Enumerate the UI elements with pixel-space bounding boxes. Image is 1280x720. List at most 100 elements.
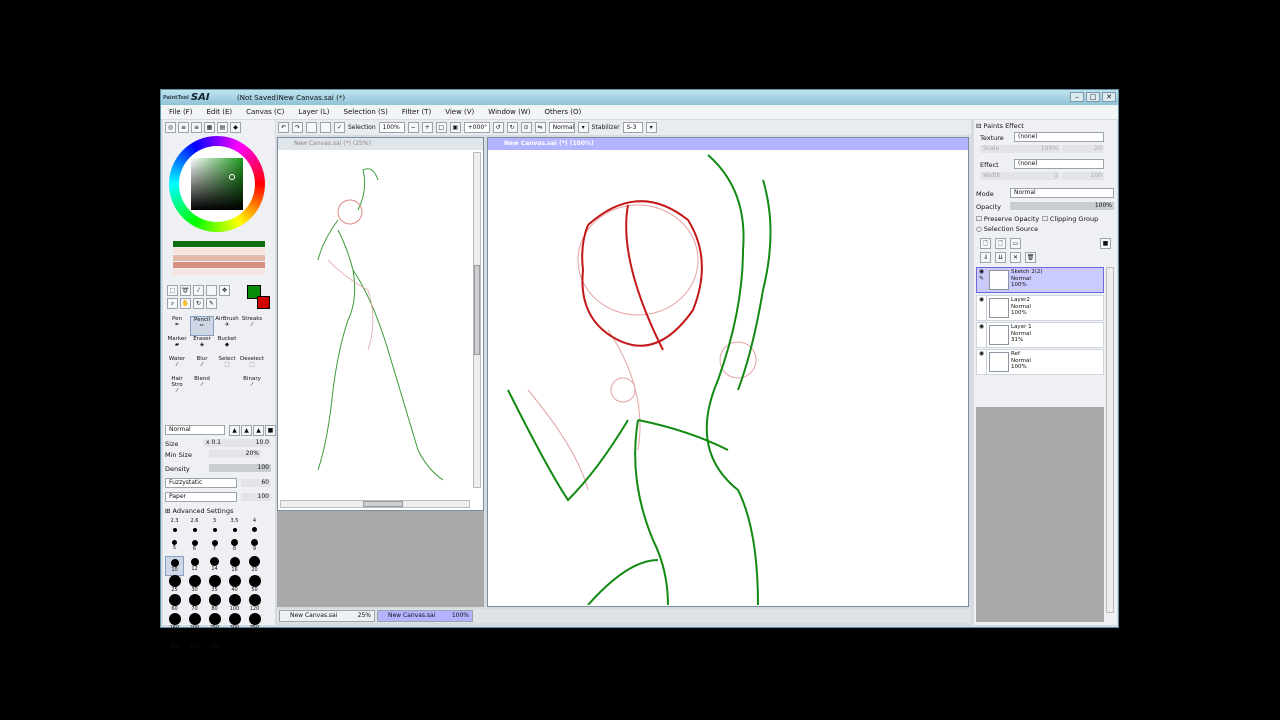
brush-size-preset[interactable]: 3 [205, 518, 224, 538]
selection-source-checkbox[interactable]: ○ Selection Source [976, 225, 1038, 233]
layer-mode-select[interactable]: Normal [1010, 188, 1114, 198]
selection-checkbox[interactable]: ✓ [334, 122, 345, 133]
color-wheel[interactable] [169, 136, 265, 232]
flip-icon[interactable]: ⇋ [534, 122, 546, 133]
texture2-select[interactable]: Paper [165, 492, 237, 502]
brush-size-preset[interactable]: 250 [205, 612, 224, 633]
navigator-hscroll-thumb[interactable] [363, 501, 403, 507]
undo-icon[interactable]: ↶ [278, 122, 289, 133]
rotate-right-icon[interactable]: ↻ [506, 122, 518, 133]
visibility-icon[interactable]: ◉ [977, 296, 987, 320]
tool-streaks[interactable]: Streaks ⁄ [240, 316, 264, 336]
navigator-canvas-window[interactable]: New Canvas.sai (*) (25%) [277, 137, 484, 511]
brush-size-preset[interactable]: 7 [205, 537, 224, 557]
tool-deselect[interactable]: Deselect ⬚ [240, 356, 264, 376]
advanced-settings-toggle[interactable]: ⊞ Advanced Settings [165, 507, 233, 515]
clear-layer-icon[interactable]: ✕ [1010, 252, 1021, 263]
brush-size-preset[interactable]: 50 [245, 574, 264, 595]
maximize-button[interactable]: □ [1086, 92, 1100, 102]
zoom-in-icon[interactable]: + [421, 122, 433, 133]
canvas-tab[interactable]: New Canvas.sai 25% [279, 610, 375, 622]
density-slider[interactable]: 100 [209, 464, 271, 472]
visibility-icon[interactable]: ◉ [977, 323, 987, 347]
lasso-icon[interactable]: ➰ [180, 285, 191, 296]
menu-canvas[interactable]: Canvas (C) [246, 108, 284, 116]
rect-select-icon[interactable]: ⬚ [167, 285, 178, 296]
swatches-tab[interactable]: ▦ [204, 122, 215, 133]
tool-blur[interactable]: Blur ⁄ [190, 356, 214, 376]
tool-pencil[interactable]: Pencil ✏ [190, 316, 214, 336]
menu-window[interactable]: Window (W) [488, 108, 530, 116]
brush-size-preset[interactable]: 80 [205, 593, 224, 614]
menu-layer[interactable]: Layer (L) [298, 108, 329, 116]
scratchpad-tab[interactable]: ▤ [217, 122, 228, 133]
stabilizer-field[interactable]: S-3 [622, 122, 643, 133]
tool-bucket[interactable]: Bucket ◆ [215, 336, 239, 356]
texture-scale-slider[interactable]: Scale 100% [980, 145, 1060, 153]
tool-airbrush[interactable]: AirBrush ✈ [215, 316, 239, 336]
brush-size-preset[interactable]: 14 [205, 556, 224, 576]
brush-size-preset[interactable]: 500 [205, 631, 224, 652]
menu-selection[interactable]: Selection (S) [344, 108, 388, 116]
brush-size-preset[interactable]: 5 [165, 537, 184, 557]
tool-select[interactable]: Select ⬚ [215, 356, 239, 376]
brush-size-preset[interactable]: 40 [225, 574, 244, 595]
brush-size-preset[interactable]: 4 [245, 518, 264, 538]
layer-row[interactable]: ◉ Ref Normal 100% [976, 349, 1104, 375]
navigator-vscroll-thumb[interactable] [474, 265, 480, 355]
visibility-icon[interactable]: ◉ ✎ [977, 268, 987, 292]
eyedropper-icon[interactable]: ✎ [206, 298, 217, 309]
delete-layer-icon[interactable]: 🗑 [1025, 252, 1036, 263]
blend-mode-dropdown-icon[interactable]: ▾ [577, 122, 589, 133]
brush-size-preset[interactable]: 35 [205, 574, 224, 595]
history-swatch[interactable] [173, 241, 265, 247]
navigator-vscroll[interactable] [473, 152, 481, 488]
invert-selection-icon[interactable] [320, 122, 331, 133]
canvas-tab[interactable]: New Canvas.sai 100% [377, 610, 473, 622]
effect-select[interactable]: (none) [1014, 159, 1104, 169]
stabilizer-dropdown-icon[interactable]: ▾ [645, 122, 657, 133]
zoom-icon[interactable]: ⌕ [167, 298, 178, 309]
texture2-slider[interactable]: 100 [241, 493, 271, 501]
visibility-icon[interactable]: ◉ [977, 350, 987, 374]
tool-pen[interactable]: Pen ✒ [165, 316, 189, 336]
hsv-slider-tab[interactable]: ≡ [191, 122, 202, 133]
zoom-fit-icon[interactable]: ▣ [449, 122, 461, 133]
navigator-hscroll[interactable] [280, 500, 470, 508]
texture-strength-slider[interactable]: 20 [1062, 145, 1104, 153]
brush-size-preset[interactable]: 3.5 [225, 518, 244, 538]
brush-shape-icon[interactable]: ▲ [241, 425, 252, 436]
layer-panel-menu-icon[interactable]: ■ [1100, 238, 1111, 249]
paints-effect-header[interactable]: ⊟ Paints Effect [976, 122, 1024, 130]
layer-row[interactable]: ◉ Layer2 Normal 100% [976, 295, 1104, 321]
new-folder-icon[interactable]: ▭ [1010, 238, 1021, 249]
brush-mode-select[interactable]: Normal [165, 425, 225, 435]
brush-size-preset[interactable]: 6 [185, 537, 204, 557]
min-size-slider[interactable]: 20% [209, 450, 261, 458]
new-linework-layer-icon[interactable]: 🗋 [995, 238, 1006, 249]
brush-size-preset[interactable]: 2.3 [165, 518, 184, 538]
history-swatch[interactable] [173, 248, 265, 254]
brush-shape-icon[interactable]: ■ [265, 425, 276, 436]
move-icon[interactable]: ✥ [219, 285, 230, 296]
menu-edit[interactable]: Edit (E) [206, 108, 232, 116]
transfer-down-icon[interactable]: ⇓ [980, 252, 991, 263]
tool-blend[interactable]: Blend ⁄ [190, 376, 214, 396]
layer-row[interactable]: ◉ Layer 1 Normal 31% [976, 322, 1104, 348]
brush-size-preset[interactable]: 300 [225, 612, 244, 633]
history-swatch[interactable] [173, 255, 265, 261]
brush-size-preset[interactable]: 350 [245, 612, 264, 633]
brush-size-preset[interactable]: 450 [185, 631, 204, 652]
zoom-field[interactable]: 100% [378, 122, 405, 133]
brush-size-preset[interactable]: 70 [185, 593, 204, 614]
deselect-icon[interactable] [306, 122, 317, 133]
brush-size-preset[interactable]: 16 [225, 556, 244, 576]
new-layer-icon[interactable]: 🗋 [980, 238, 991, 249]
brush-shape-icon[interactable]: ▲ [253, 425, 264, 436]
menu-view[interactable]: View (V) [445, 108, 474, 116]
brush-size-preset[interactable]: 10 [165, 556, 184, 576]
history-swatch[interactable] [173, 262, 265, 268]
blend-mode-field[interactable]: Normal [548, 122, 575, 133]
menu-others[interactable]: Others (O) [545, 108, 582, 116]
effect-strength-slider[interactable]: 100 [1062, 172, 1104, 180]
